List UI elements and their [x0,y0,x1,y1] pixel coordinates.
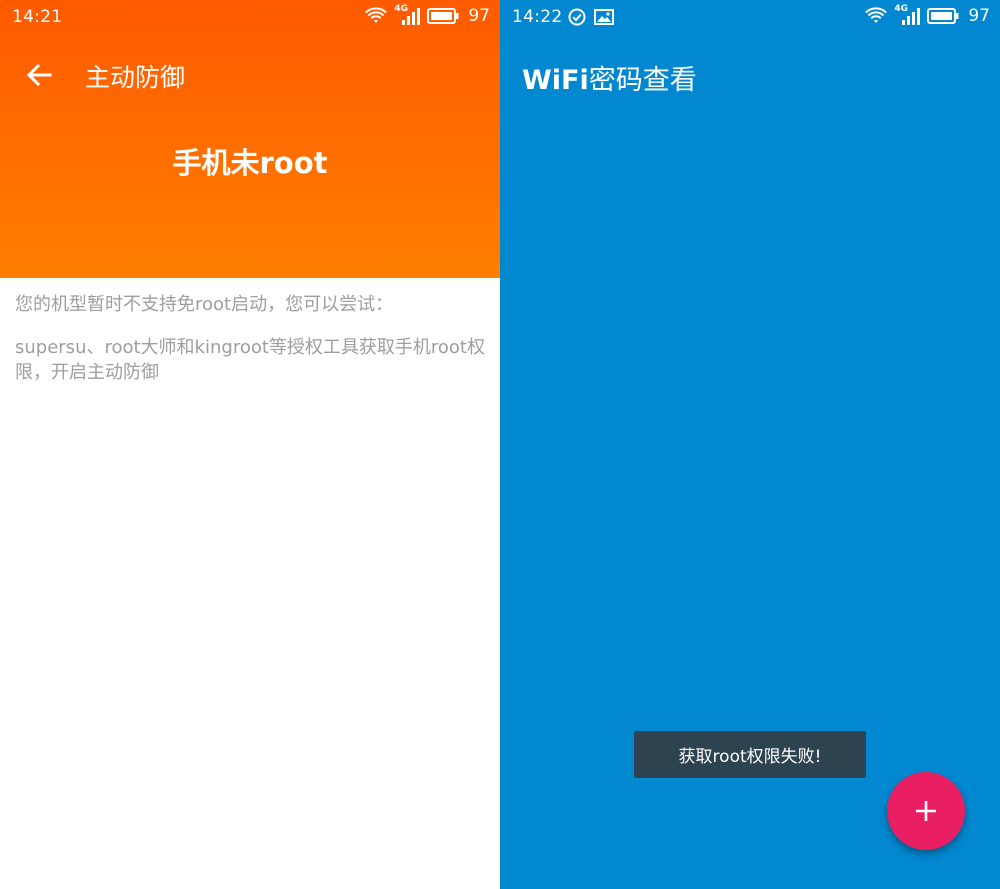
status-time: 14:21 [12,7,63,27]
app-title: WiFi密码查看 [522,58,697,97]
root-status-heading: 手机未root [172,146,328,180]
back-button[interactable] [20,56,58,94]
network-type-label: 4G [894,4,909,14]
add-button[interactable] [887,772,965,850]
instruction-line: 您的机型暂时不支持免root启动，您可以尝试： [15,294,394,315]
image-icon [594,8,614,31]
battery-icon [427,8,459,24]
app-title-rest: 密码查看 [588,65,697,96]
status-bar: 14:22 4G 97 [500,0,1000,34]
cellular-signal-icon: 4G [394,4,421,25]
page-title: 主动防御 [85,63,186,92]
toast-message: 获取root权限失败! [634,731,866,778]
notification-icons [568,8,614,31]
battery-level: 97 [468,6,490,26]
active-defense-header: 14:21 4G 97 主动防御 手机未root [0,0,500,278]
network-type-label: 4G [394,4,409,14]
status-icons: 4G 97 [365,4,490,26]
instruction-line: supersu、root大师和kingroot等授权工具获取手机root权限，开… [15,337,485,383]
battery-level: 97 [968,6,990,26]
status-time: 14:22 [512,7,563,27]
instructions: 您的机型暂时不支持免root启动，您可以尝试： supersu、root大师和k… [15,292,485,403]
battery-icon [927,8,959,24]
status-icons: 4G 97 [865,4,990,26]
app-title-wifi: WiFi [522,65,589,96]
wifi-icon [865,7,888,25]
check-circle-icon [568,8,586,31]
right-screen: 14:22 4G 97 WiFi密码查看 获取root权限失败! [500,0,1000,889]
back-arrow-icon [26,64,52,86]
cellular-signal-icon: 4G [894,4,921,25]
plus-icon [916,801,936,821]
status-bar: 14:21 4G 97 [0,0,500,34]
left-screen: 14:21 4G 97 主动防御 手机未root 您的机型暂时不支持免root启… [0,0,500,889]
wifi-icon [365,7,388,25]
